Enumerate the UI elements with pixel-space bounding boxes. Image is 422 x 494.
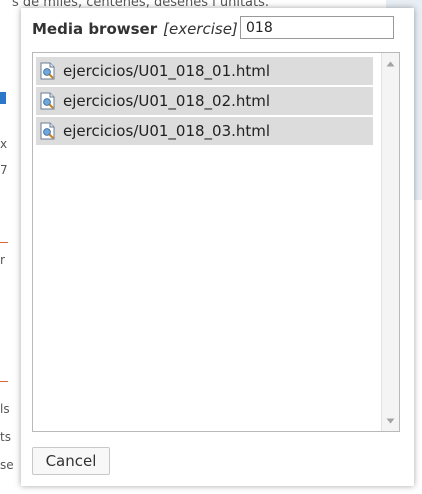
scroll-up-arrow-icon[interactable] xyxy=(382,55,399,72)
background-glyph: 7 xyxy=(0,163,8,177)
background-glyph: se xyxy=(0,458,14,472)
filter-input[interactable] xyxy=(240,16,394,39)
file-name: ejercicios/U01_018_01.html xyxy=(63,62,271,80)
file-name: ejercicios/U01_018_03.html xyxy=(63,122,271,140)
background-divider xyxy=(0,381,8,382)
background-glyph: r xyxy=(0,253,5,267)
file-list[interactable]: ejercicios/U01_018_01.html ejercicios/U0… xyxy=(32,52,400,432)
html-file-icon xyxy=(40,122,55,140)
file-name: ejercicios/U01_018_02.html xyxy=(63,92,271,110)
file-item[interactable]: ejercicios/U01_018_03.html xyxy=(36,117,373,145)
dialog-title: Media browser xyxy=(32,20,158,38)
html-file-icon xyxy=(40,92,55,110)
background-glyph: ls xyxy=(0,402,10,416)
dialog-header: Media browser [exercise] xyxy=(32,16,238,42)
html-file-icon xyxy=(40,62,55,80)
cancel-button[interactable]: Cancel xyxy=(32,447,110,475)
file-list-items: ejercicios/U01_018_01.html ejercicios/U0… xyxy=(36,57,373,147)
media-type-label: [exercise] xyxy=(163,20,238,38)
background-divider xyxy=(0,242,8,243)
media-browser-dialog: Media browser [exercise] ejercicios/U01_… xyxy=(21,8,414,486)
scroll-down-arrow-icon[interactable] xyxy=(382,412,399,429)
background-glyph: x xyxy=(0,137,8,151)
file-item[interactable]: ejercicios/U01_018_01.html xyxy=(36,57,373,85)
file-item[interactable]: ejercicios/U01_018_02.html xyxy=(36,87,373,115)
background-blue-marker xyxy=(0,92,6,104)
background-glyph: ts xyxy=(0,430,11,444)
vertical-scrollbar[interactable] xyxy=(381,53,399,431)
